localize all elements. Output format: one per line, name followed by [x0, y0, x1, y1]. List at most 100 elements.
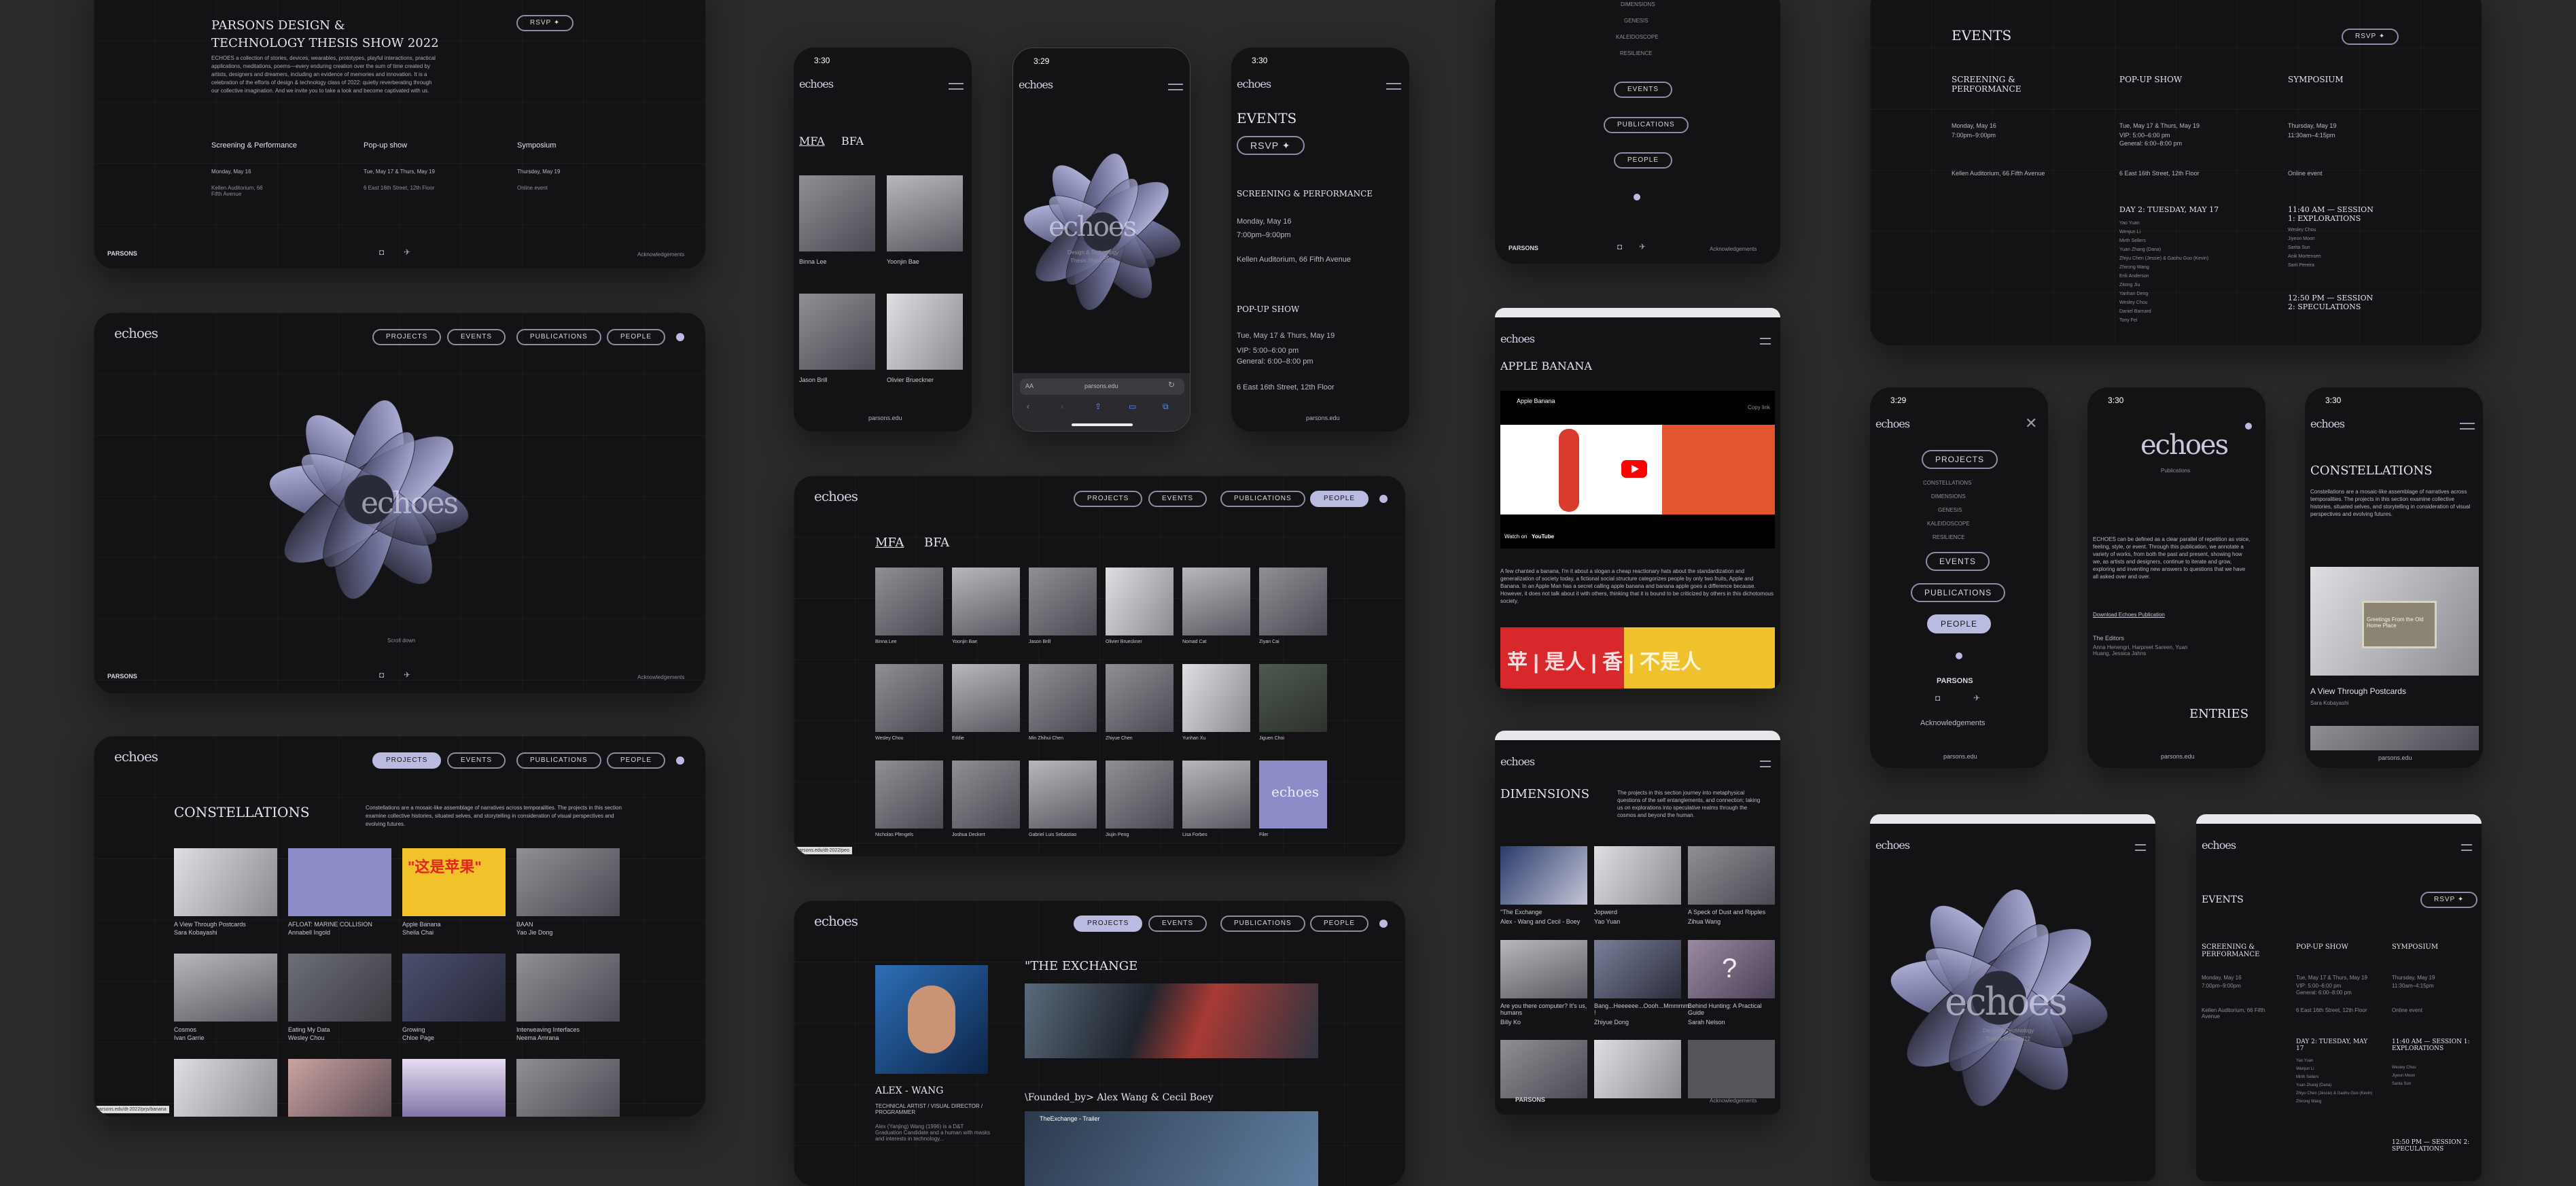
site-logo[interactable]: echoes [1237, 77, 1271, 90]
project-thumb[interactable]: ? [1688, 940, 1775, 998]
nav-events[interactable]: EVENTS [1148, 915, 1207, 932]
person-photo[interactable] [799, 294, 875, 370]
nav-projects[interactable]: PROJECTS [372, 752, 442, 769]
instagram-icon[interactable]: ◘ [379, 670, 384, 680]
person-photo[interactable] [952, 664, 1020, 732]
menu-icon[interactable] [2460, 423, 2475, 430]
project-thumb[interactable] [1500, 1040, 1587, 1098]
project-thumb[interactable]: Greetings From the Old Home Place [2310, 567, 2479, 676]
menu-publications[interactable]: PUBLICATIONS [1911, 583, 2006, 602]
person-name[interactable]: Nicholas Pfengels [875, 833, 913, 837]
menu-events[interactable]: EVENTS [1614, 82, 1673, 98]
project-thumb[interactable] [288, 954, 391, 1022]
person-photo[interactable] [1029, 664, 1097, 732]
acknowledgements-link[interactable]: Acknowledgements [1920, 719, 1985, 727]
project-title[interactable]: AFLOAT: MARINE COLLISION [288, 921, 372, 928]
person-photo[interactable] [1029, 568, 1097, 635]
tab-bfa[interactable]: BFA [924, 536, 949, 550]
twitter-icon[interactable]: ✈ [404, 247, 410, 257]
project-thumb[interactable] [1688, 1040, 1775, 1098]
browser-url[interactable]: parsons.edu [1084, 383, 1118, 389]
project-title[interactable]: Eating My Data [288, 1026, 330, 1033]
nav-publications[interactable]: PUBLICATIONS [1220, 915, 1305, 932]
project-thumb[interactable] [174, 954, 277, 1022]
browser-url[interactable]: parsons.edu [1306, 415, 1340, 421]
acknowledgements-link[interactable]: Acknowledgements [1710, 1098, 1757, 1104]
instagram-icon[interactable]: ◘ [1935, 693, 1940, 703]
person-name[interactable]: Lisa Forbes [1182, 833, 1207, 837]
project-title[interactable]: Interweaving Interfaces [516, 1026, 580, 1033]
project-thumb[interactable] [1500, 940, 1587, 998]
project-title[interactable]: Growing [402, 1026, 425, 1033]
site-logo[interactable]: echoes [2310, 417, 2345, 430]
nav-publications[interactable]: PUBLICATIONS [516, 752, 601, 769]
person-name[interactable]: Jiujin Peng [1106, 833, 1129, 837]
project-title[interactable]: A Speck of Dust and Ripples [1688, 909, 1765, 915]
site-logo[interactable]: echoes [1500, 755, 1535, 768]
project-thumb[interactable] [1594, 1040, 1681, 1098]
browser-url[interactable]: parsons.edu [868, 415, 902, 421]
project-title[interactable]: Cosmos [174, 1026, 196, 1033]
person-photo[interactable] [875, 568, 943, 635]
twitter-icon[interactable]: ✈ [404, 670, 410, 680]
tab-bfa[interactable]: BFA [841, 135, 864, 147]
menu-icon[interactable] [1760, 761, 1771, 767]
menu-item[interactable]: KALEIDOSCOPE [1616, 34, 1659, 40]
person-name[interactable]: Yoonjin Bae [887, 258, 919, 265]
project-thumb[interactable] [516, 954, 620, 1022]
theme-toggle-icon[interactable] [2245, 423, 2252, 430]
site-logo[interactable]: echoes [799, 77, 834, 90]
menu-icon[interactable] [2135, 844, 2146, 851]
twitter-icon[interactable]: ✈ [1973, 693, 1980, 703]
person-photo[interactable] [952, 568, 1020, 635]
person-name[interactable]: Nomad Cat [1182, 640, 1206, 644]
person-photo[interactable] [875, 664, 943, 732]
nav-people[interactable]: PEOPLE [607, 329, 666, 345]
project-title[interactable]: Jopwerd [1594, 909, 1617, 915]
person-name[interactable]: Zhiyue Chen [1106, 736, 1133, 741]
menu-icon[interactable] [1760, 338, 1771, 345]
site-logo[interactable]: echoes [2202, 839, 2236, 852]
menu-item[interactable]: GENESIS [1938, 507, 1962, 513]
person-photo[interactable] [1106, 761, 1174, 829]
person-name[interactable]: Filer [1259, 833, 1269, 837]
person-name[interactable]: Min Zhihui Chen [1029, 736, 1063, 741]
nav-people[interactable]: PEOPLE [1310, 491, 1369, 507]
instagram-icon[interactable]: ◘ [1617, 242, 1622, 251]
forward-icon[interactable]: › [1061, 402, 1063, 411]
theme-toggle-icon[interactable] [1379, 495, 1388, 503]
person-name[interactable]: Joshua Deckert [952, 833, 985, 837]
nav-projects[interactable]: PROJECTS [372, 329, 442, 345]
person-name[interactable]: Olivier Brueckner [887, 377, 934, 383]
project-thumb[interactable] [1500, 846, 1587, 905]
project-thumb[interactable] [516, 848, 620, 916]
person-name[interactable]: Binna Lee [875, 640, 897, 644]
project-video[interactable]: TheExchange - Trailer [1025, 1111, 1318, 1186]
person-photo[interactable]: echoes [1259, 761, 1327, 829]
project-thumb[interactable] [402, 954, 506, 1022]
nav-publications[interactable]: PUBLICATIONS [516, 329, 601, 345]
project-title[interactable]: Bang...Heeeeee...Oooh...Mmmmm ! [1594, 1002, 1689, 1016]
menu-item[interactable]: DIMENSIONS [1621, 1, 1655, 7]
acknowledgements-link[interactable]: Acknowledgements [637, 251, 684, 258]
share-icon[interactable]: ⇪ [1095, 402, 1101, 411]
project-title[interactable]: A View Through Postcards [174, 921, 246, 928]
site-logo[interactable]: echoes [114, 748, 158, 765]
youtube-logo[interactable]: YouTube [1532, 534, 1554, 540]
project-thumb[interactable] [288, 1059, 391, 1117]
project-thumb[interactable] [516, 1059, 620, 1117]
youtube-play-icon[interactable] [1621, 460, 1647, 478]
menu-item[interactable]: KALEIDOSCOPE [1927, 521, 1970, 527]
person-name[interactable]: Jiguen Choi [1259, 736, 1284, 741]
theme-toggle-icon[interactable] [676, 756, 684, 765]
browser-url[interactable]: parsons.edu [1943, 753, 1977, 760]
project-title[interactable]: BAAN [516, 921, 533, 928]
person-photo[interactable] [1259, 568, 1327, 635]
person-name[interactable]: Ziyan Cai [1259, 640, 1280, 644]
project-thumb[interactable] [402, 1059, 506, 1117]
watch-on[interactable]: Watch on [1504, 534, 1528, 540]
person-name[interactable]: Olivier Brueckner [1106, 640, 1142, 644]
person-photo[interactable] [1029, 761, 1097, 829]
project-thumb[interactable] [1688, 846, 1775, 905]
theme-toggle-icon[interactable] [676, 333, 684, 341]
